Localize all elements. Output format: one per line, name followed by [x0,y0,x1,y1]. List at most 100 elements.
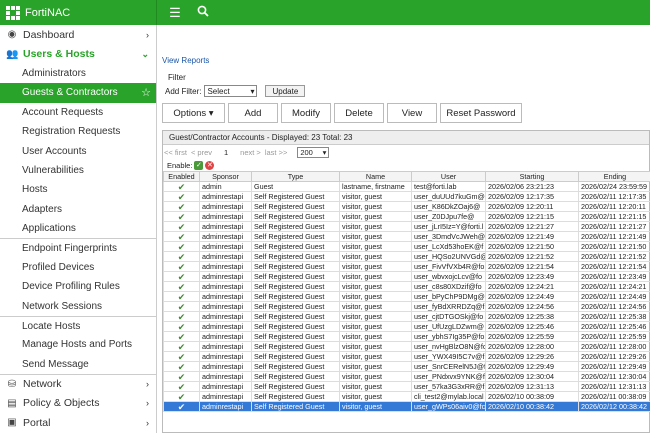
pager-first[interactable]: << first [164,148,187,157]
cell-user: user_PNdxvx9YNK@f [411,371,486,382]
brand[interactable]: FortiNAC [0,0,157,25]
enabled-check-icon[interactable]: ✔ [163,351,200,362]
view-button[interactable]: View [387,103,437,123]
pager-prev[interactable]: < prev [191,148,212,157]
enabled-check-icon[interactable]: ✔ [163,211,200,222]
enabled-check-icon[interactable]: ✔ [163,201,200,212]
pager-last[interactable]: last >> [265,148,288,157]
table-row[interactable]: ✔ adminrestapi Self Registered Guest visito… [163,281,650,292]
enabled-check-icon[interactable]: ✔ [163,321,200,332]
sidebar-item-hosts[interactable]: Hosts [0,180,156,199]
enable-all-check-icon[interactable]: ✓ [194,160,204,170]
table-row[interactable]: ✔ adminrestapi Self Registered Guest visito… [163,321,650,332]
view-reports-link[interactable]: View Reports [162,56,209,65]
enabled-check-icon[interactable]: ✔ [163,391,200,402]
table-row[interactable]: ✔ adminrestapi Self Registered Guest visito… [163,231,650,242]
enabled-check-icon[interactable]: ✔ [163,341,200,352]
table-row[interactable]: ✔ adminrestapi Self Registered Guest visito… [163,261,650,272]
enabled-check-icon[interactable]: ✔ [163,191,200,202]
sidebar-item-user-accounts[interactable]: User Accounts [0,141,156,160]
column-header-starting[interactable]: Starting [485,171,579,182]
table-row[interactable]: ✔ adminrestapi Self Registered Guest visito… [163,251,650,262]
table-row[interactable]: ✔ adminrestapi Self Registered Guest visito… [163,211,650,222]
enabled-check-icon[interactable]: ✔ [163,361,200,372]
column-header-user[interactable]: User [411,171,486,182]
sidebar-item-dashboard[interactable]: ◉ Dashboard › [0,25,156,44]
sidebar-item-manage-hosts-and-ports[interactable]: Manage Hosts and Ports [0,335,156,354]
table-row[interactable]: ✔ adminrestapi Self Registered Guest visito… [163,331,650,342]
modify-button[interactable]: Modify [281,103,331,123]
sidebar-item-profiled-devices[interactable]: Profiled Devices [0,258,156,277]
sidebar-item-users-and-hosts[interactable]: 👥 Users & Hosts ⌄ [0,44,156,63]
favorite-star-icon[interactable]: ☆ [141,86,151,99]
column-header-type[interactable]: Type [251,171,340,182]
column-header-enabled[interactable]: Enabled [163,171,200,182]
options-button[interactable]: Options ▾ [162,103,225,123]
sidebar-item-device-profiling-rules[interactable]: Device Profiling Rules [0,277,156,296]
sidebar-item-vulnerabilities[interactable]: Vulnerabilities [0,161,156,180]
table-row[interactable]: ✔ adminrestapi Self Registered Guest visito… [163,201,650,212]
table-row[interactable]: ✔ adminrestapi Self Registered Guest visito… [163,391,650,402]
disable-all-icon[interactable]: ✕ [205,160,215,170]
table-row[interactable]: ✔ adminrestapi Self Registered Guest visito… [163,241,650,252]
enabled-check-icon[interactable]: ✔ [163,381,200,392]
table-row[interactable]: ✔ admin Guest lastname, firstname test@forti… [163,181,650,192]
sidebar-item-network-sessions[interactable]: Network Sessions [0,296,156,315]
column-header-sponsor[interactable]: Sponsor [199,171,252,182]
sidebar-item-network[interactable]: ⛁ Network › [0,374,156,393]
enabled-check-icon[interactable]: ✔ [163,281,200,292]
column-header-ending[interactable]: Ending [578,171,650,182]
enabled-check-icon[interactable]: ✔ [163,261,200,272]
enabled-check-icon[interactable]: ✔ [163,221,200,232]
table-row[interactable]: ✔ adminrestapi Self Registered Guest visito… [163,351,650,362]
table-row[interactable]: ✔ adminrestapi Self Registered Guest visito… [163,271,650,282]
table-row[interactable]: ✔ adminrestapi Self Registered Guest visito… [163,381,650,392]
sidebar-item-endpoint-fingerprints[interactable]: Endpoint Fingerprints [0,238,156,257]
cell-name: visitor, guest [339,281,412,292]
enabled-check-icon[interactable]: ✔ [163,371,200,382]
column-header-name[interactable]: Name [339,171,412,182]
sidebar-item-registration-requests[interactable]: Registration Requests [0,122,156,141]
table-row[interactable]: ✔ adminrestapi Self Registered Guest visito… [163,221,650,232]
table-row[interactable]: ✔ adminrestapi Self Registered Guest visito… [163,341,650,352]
sidebar-item-applications[interactable]: Applications [0,219,156,238]
table-row[interactable]: ✔ adminrestapi Self Registered Guest visito… [163,191,650,202]
sidebar-item-account-requests[interactable]: Account Requests [0,103,156,122]
chevron-down-icon: ▾ [322,147,327,157]
sidebar-item-adapters[interactable]: Adapters [0,200,156,219]
table-row[interactable]: ✔ adminrestapi Self Registered Guest visito… [163,361,650,372]
table-row[interactable]: ✔ adminrestapi Self Registered Guest visito… [163,371,650,382]
sidebar-item-administrators[interactable]: Administrators [0,64,156,83]
enabled-check-icon[interactable]: ✔ [163,301,200,312]
cell-user: user_3DmdVcJWeh@ [411,231,486,242]
enabled-check-icon[interactable]: ✔ [163,331,200,342]
enabled-check-icon[interactable]: ✔ [163,271,200,282]
table-row[interactable]: ✔ adminrestapi Self Registered Guest visito… [163,301,650,312]
pager-next[interactable]: next > [240,148,261,157]
table-row[interactable]: ✔ adminrestapi Self Registered Guest visito… [163,311,650,322]
add-filter-select[interactable]: Select ▾ [204,85,258,97]
table-row[interactable]: ✔ adminrestapi Self Registered Guest visito… [163,291,650,302]
sidebar-item-policy-and-objects[interactable]: ▤ Policy & Objects › [0,393,156,412]
enabled-check-icon[interactable]: ✔ [163,291,200,302]
sidebar-item-send-message[interactable]: Send Message [0,355,156,374]
sidebar-item-portal[interactable]: ▣ Portal › [0,413,156,432]
enabled-check-icon[interactable]: ✔ [163,231,200,242]
reset-password-button[interactable]: Reset Password [440,103,522,123]
hamburger-icon[interactable]: ☰ [165,5,185,21]
sidebar-item-label: Endpoint Fingerprints [22,242,118,254]
update-button[interactable]: Update [265,85,306,97]
enabled-check-icon[interactable]: ✔ [163,241,200,252]
sidebar-item-locate-hosts[interactable]: Locate Hosts [0,315,156,335]
enabled-check-icon[interactable]: ✔ [163,401,200,412]
delete-button[interactable]: Delete [334,103,384,123]
table-row[interactable]: ✔ adminrestapi Self Registered Guest visito… [163,401,650,412]
search-icon[interactable] [193,5,213,20]
sidebar-item-guests-and-contractors[interactable]: Guests & Contractors ☆ [0,83,156,103]
enabled-check-icon[interactable]: ✔ [163,251,200,262]
add-button[interactable]: Add [228,103,278,123]
enabled-check-icon[interactable]: ✔ [163,181,200,192]
enabled-check-icon[interactable]: ✔ [163,311,200,322]
cell-start: 2026/02/09 12:29:49 [485,361,579,372]
per-page-select[interactable]: 200 ▾ [297,146,330,158]
